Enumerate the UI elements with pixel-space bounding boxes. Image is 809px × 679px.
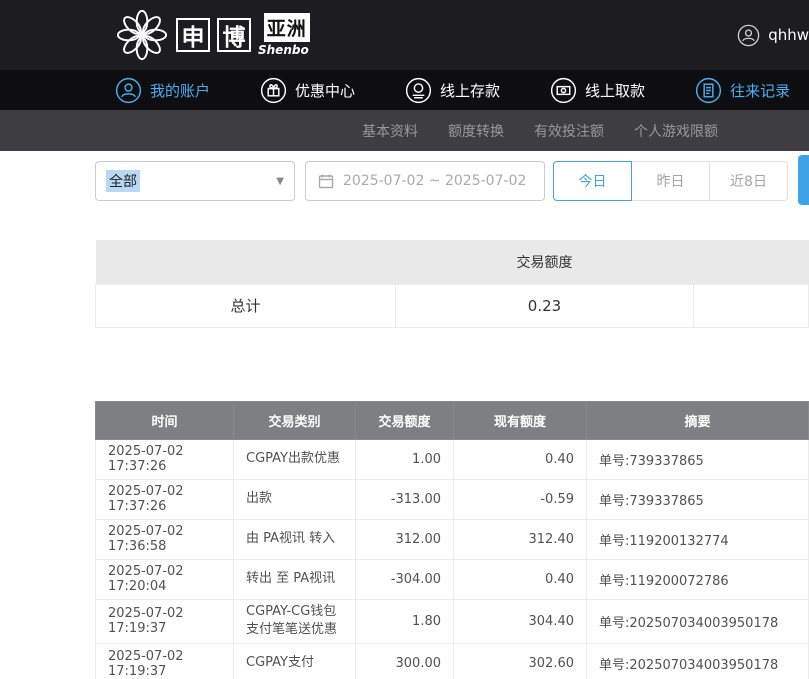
- empty-cell: [96, 240, 396, 284]
- table-row: 2025-07-02 17:20:04 转出 至 PA视讯 -304.00 0.…: [96, 559, 809, 599]
- main-nav: 我的账户 优惠中心 线上存款 线上取款 往来记录: [0, 70, 809, 110]
- column-header-balance: 现有额度: [454, 401, 587, 439]
- cell-amount: 1.80: [356, 599, 454, 644]
- nav-item-promotions[interactable]: 优惠中心: [260, 77, 355, 104]
- subnav-item-basic-info[interactable]: 基本资料: [362, 121, 418, 141]
- chevron-down-icon: ▼: [276, 176, 284, 187]
- sub-nav: 基本资料 额度转换 有效投注额 个人游戏限额: [0, 110, 809, 151]
- username: qhhw: [768, 26, 809, 44]
- records-table: 时间 交易类别 交易额度 现有额度 摘要 2025-07-02 17:37:26…: [95, 401, 809, 679]
- table-row: 2025-07-02 17:36:58 由 PA视讯 转入 312.00 312…: [96, 519, 809, 559]
- cell-time: 2025-07-02 17:19:37: [96, 599, 234, 644]
- column-header-type: 交易类别: [234, 401, 356, 439]
- date-range-input[interactable]: 2025-07-02 ~ 2025-07-02: [305, 161, 545, 201]
- gift-icon: [260, 77, 287, 104]
- cell-amount: 1.00: [356, 439, 454, 479]
- nav-label: 优惠中心: [295, 80, 355, 101]
- nav-item-deposit[interactable]: 线上存款: [405, 77, 500, 104]
- top-header: 申 博 亚洲 Shenbo qhhw: [0, 0, 809, 70]
- subnav-item-game-limits[interactable]: 个人游戏限额: [634, 121, 718, 141]
- cell-note: 单号:739337865: [587, 439, 809, 479]
- cell-time: 2025-07-02 17:37:26: [96, 479, 234, 519]
- type-select[interactable]: 全部 ▼: [95, 161, 295, 201]
- table-row: 2025-07-02 17:19:37 CGPAY-CG钱包支付笔笔送优惠 1.…: [96, 599, 809, 644]
- avatar-icon: [737, 24, 760, 47]
- cell-balance: 302.60: [454, 644, 587, 679]
- column-header-time: 时间: [96, 401, 234, 439]
- nav-item-withdraw[interactable]: 线上取款: [550, 77, 645, 104]
- logo-char-bo: 博: [217, 18, 251, 52]
- table-row: 2025-07-02 17:37:26 出款 -313.00 -0.59 单号:…: [96, 479, 809, 519]
- empty-cell: [694, 284, 809, 327]
- cell-balance: 0.40: [454, 439, 587, 479]
- summary-table: 交易额度 总计 0.23: [95, 240, 809, 328]
- site-logo[interactable]: 申 博 亚洲 Shenbo: [115, 8, 310, 62]
- table-row: 2025-07-02 17:19:37 CGPAY支付 300.00 302.6…: [96, 644, 809, 679]
- nav-label: 线上取款: [585, 80, 645, 101]
- cell-time: 2025-07-02 17:20:04: [96, 559, 234, 599]
- summary-row: 总计 0.23: [96, 284, 809, 327]
- nav-label: 我的账户: [150, 80, 210, 101]
- cell-amount: 300.00: [356, 644, 454, 679]
- logo-char-shen: 申: [176, 18, 210, 52]
- cell-note: 单号:202507034003950178: [587, 599, 809, 644]
- last-8-days-button[interactable]: 近8日: [709, 161, 788, 201]
- summary-header-label: 交易额度: [396, 240, 694, 284]
- summary-total-value: 0.23: [396, 284, 694, 327]
- search-button-partial[interactable]: [798, 155, 809, 205]
- logo-region: 亚洲: [264, 13, 310, 42]
- cell-time: 2025-07-02 17:19:37: [96, 644, 234, 679]
- cell-type: CGPAY-CG钱包支付笔笔送优惠: [234, 599, 356, 644]
- records-header-row: 时间 交易类别 交易额度 现有额度 摘要: [96, 401, 809, 439]
- user-account[interactable]: qhhw: [737, 24, 809, 47]
- column-header-amount: 交易额度: [356, 401, 454, 439]
- quick-date-buttons: 今日 昨日 近8日: [553, 161, 788, 201]
- cell-balance: 312.40: [454, 519, 587, 559]
- cell-note: 单号:119200132774: [587, 519, 809, 559]
- logo-flower-icon: [115, 8, 169, 62]
- cell-amount: -313.00: [356, 479, 454, 519]
- main-content: 全部 ▼ 2025-07-02 ~ 2025-07-02 今日 昨日 近8日 交…: [0, 161, 809, 679]
- summary-header-row: 交易额度: [96, 240, 809, 284]
- cell-type: 转出 至 PA视讯: [234, 559, 356, 599]
- calendar-icon: [318, 173, 334, 189]
- cell-type: CGPAY支付: [234, 644, 356, 679]
- cell-type: 出款: [234, 479, 356, 519]
- cell-balance: 0.40: [454, 559, 587, 599]
- type-select-value: 全部: [106, 170, 140, 192]
- cell-type: 由 PA视讯 转入: [234, 519, 356, 559]
- cell-balance: -0.59: [454, 479, 587, 519]
- filter-row: 全部 ▼ 2025-07-02 ~ 2025-07-02 今日 昨日 近8日: [95, 161, 809, 201]
- summary-total-label: 总计: [96, 284, 396, 327]
- column-header-note: 摘要: [587, 401, 809, 439]
- cell-time: 2025-07-02 17:37:26: [96, 439, 234, 479]
- subnav-item-quota-transfer[interactable]: 额度转换: [448, 121, 504, 141]
- cell-amount: 312.00: [356, 519, 454, 559]
- cell-note: 单号:739337865: [587, 479, 809, 519]
- table-row: 2025-07-02 17:37:26 CGPAY出款优惠 1.00 0.40 …: [96, 439, 809, 479]
- today-button[interactable]: 今日: [553, 161, 632, 201]
- cell-note: 单号:119200072786: [587, 559, 809, 599]
- logo-subtitle: Shenbo: [258, 43, 310, 57]
- cell-type: CGPAY出款优惠: [234, 439, 356, 479]
- nav-label: 线上存款: [440, 80, 500, 101]
- cell-time: 2025-07-02 17:36:58: [96, 519, 234, 559]
- cell-note: 单号:202507034003950178: [587, 644, 809, 679]
- subnav-item-valid-bets[interactable]: 有效投注额: [534, 121, 604, 141]
- cell-amount: -304.00: [356, 559, 454, 599]
- user-icon: [115, 77, 142, 104]
- withdraw-icon: [550, 77, 577, 104]
- nav-item-records[interactable]: 往来记录: [695, 77, 790, 104]
- records-icon: [695, 77, 722, 104]
- nav-label: 往来记录: [730, 80, 790, 101]
- empty-cell: [694, 240, 809, 284]
- date-range-value: 2025-07-02 ~ 2025-07-02: [343, 173, 526, 189]
- nav-item-my-account[interactable]: 我的账户: [115, 77, 210, 104]
- deposit-icon: [405, 77, 432, 104]
- yesterday-button[interactable]: 昨日: [631, 161, 710, 201]
- cell-balance: 304.40: [454, 599, 587, 644]
